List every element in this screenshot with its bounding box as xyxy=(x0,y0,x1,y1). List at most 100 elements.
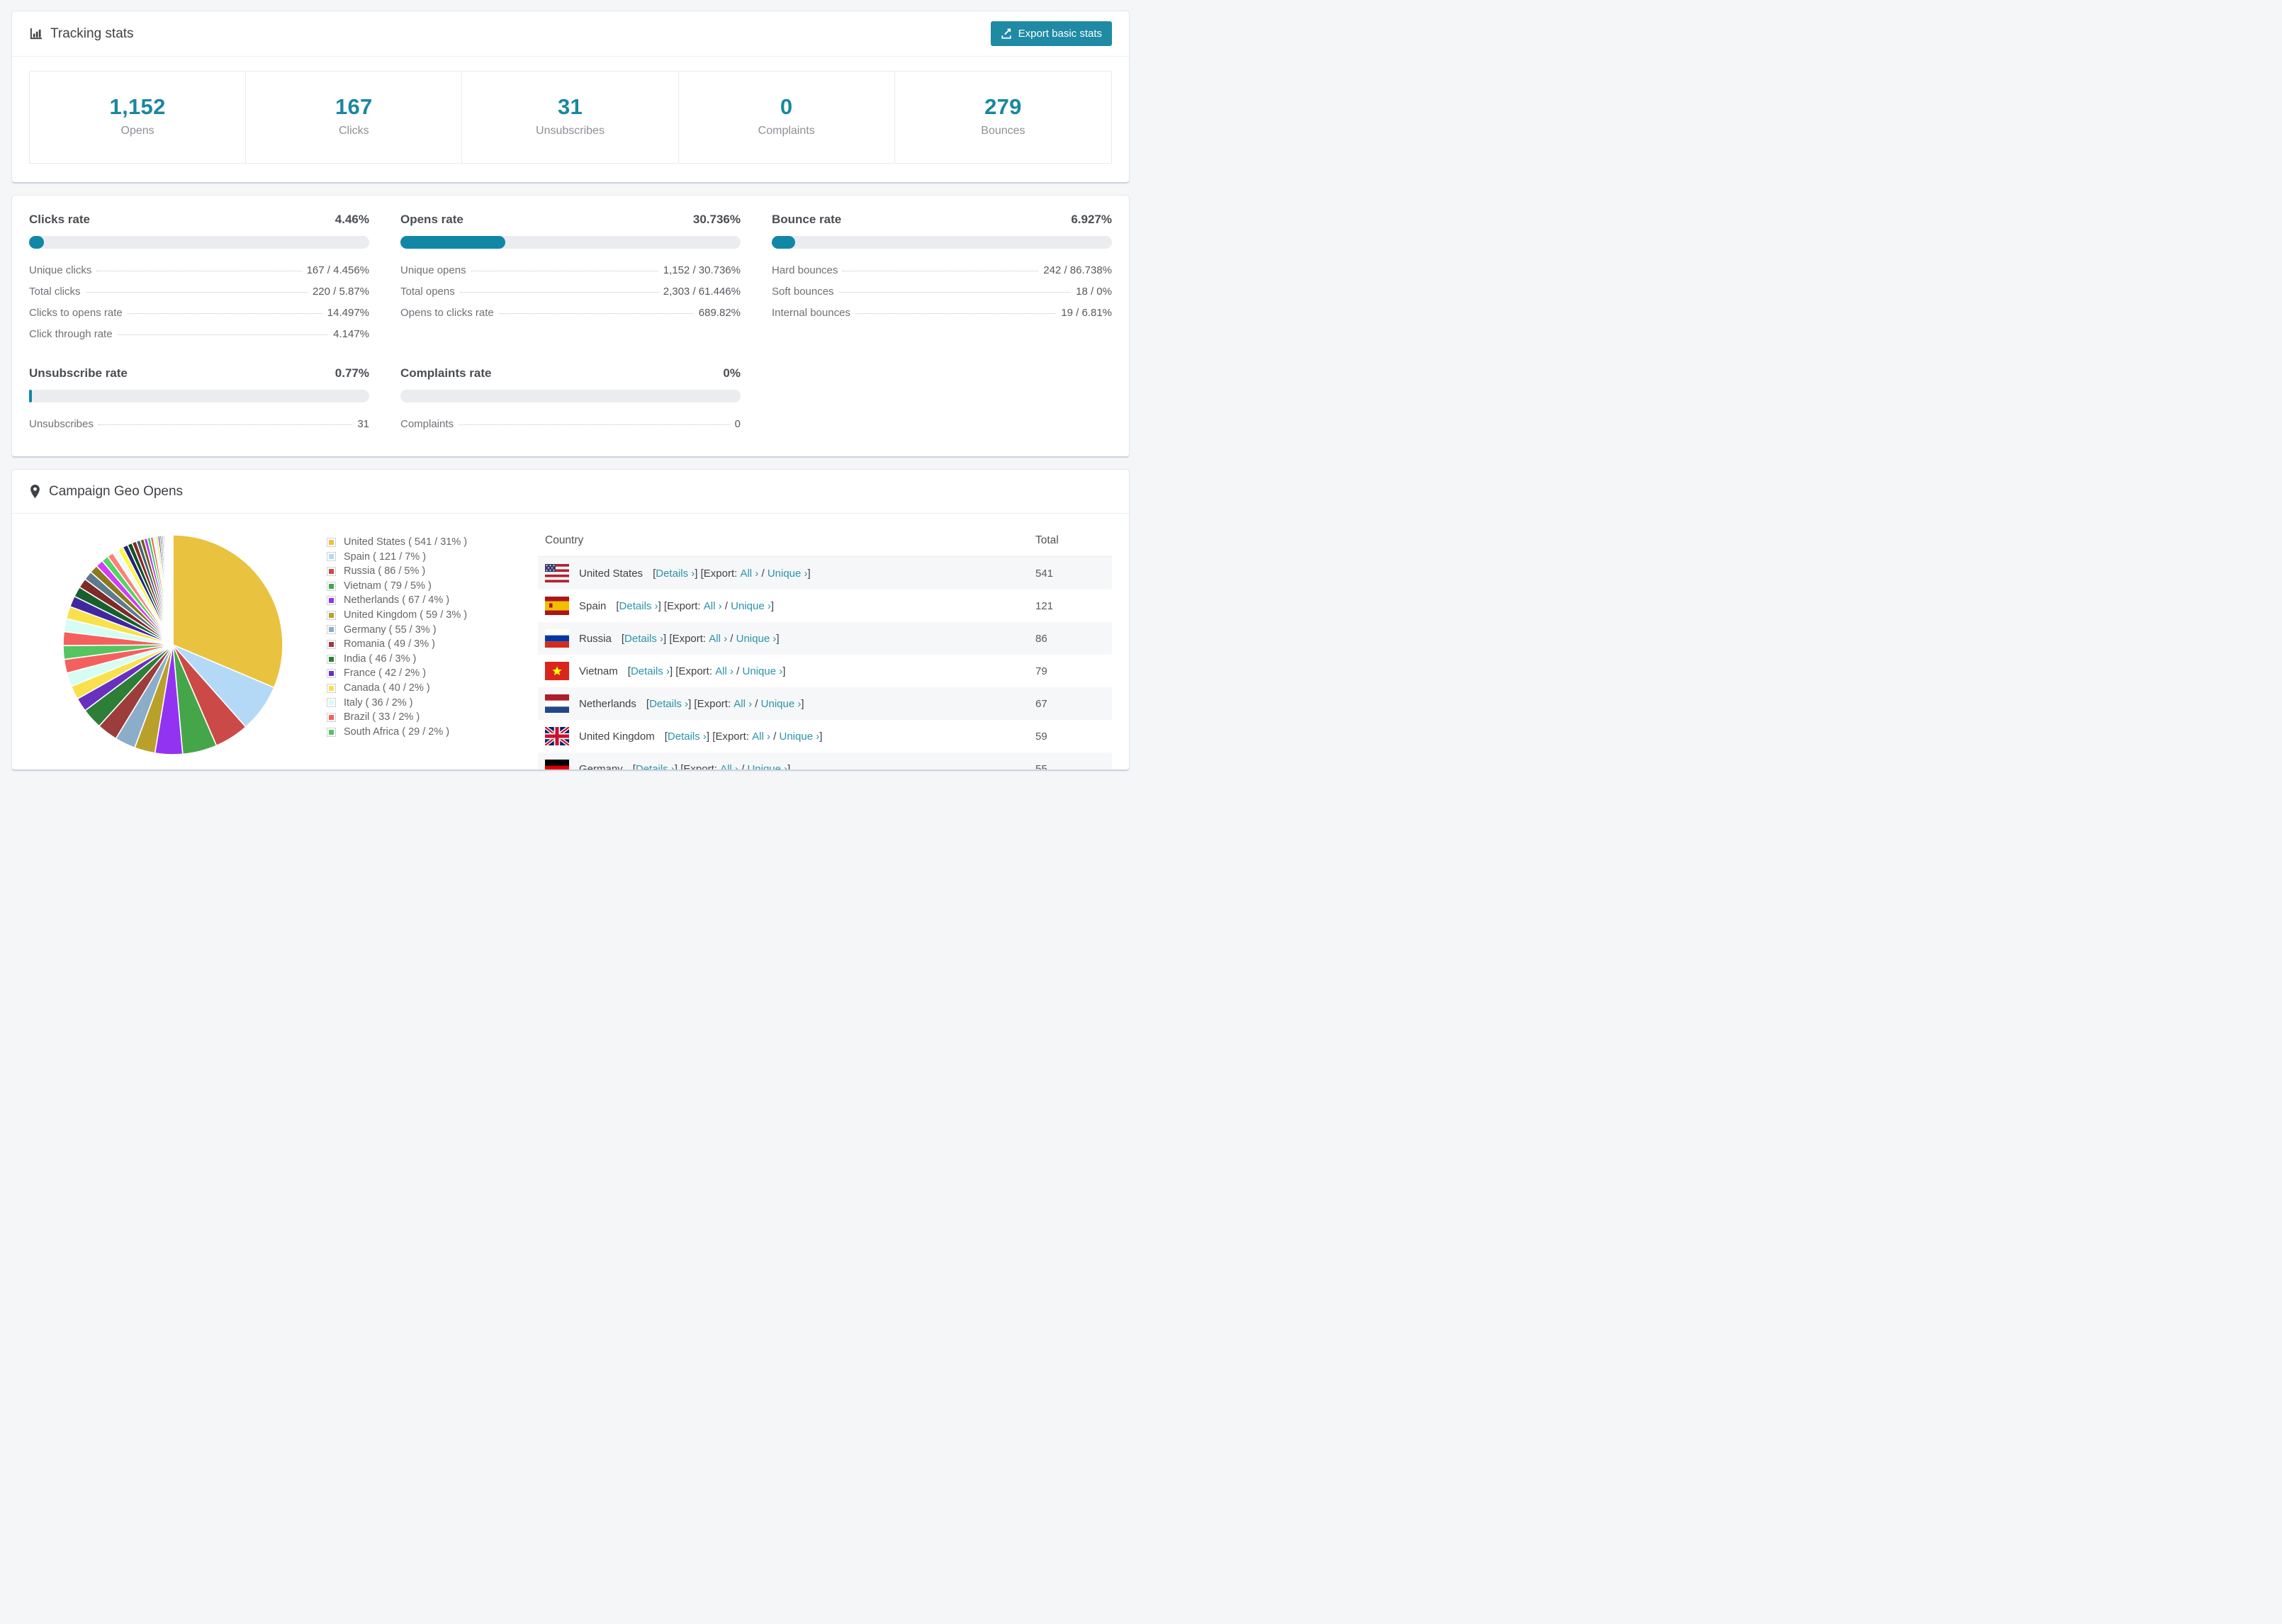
summary-stat-box: 0 Complaints xyxy=(679,72,895,163)
country-cell: Vietnam [Details ›] [Export: All › / Uni… xyxy=(545,662,1021,680)
dotted-leader xyxy=(117,334,329,335)
country-total: 541 xyxy=(1035,567,1054,580)
summary-stat-value: 279 xyxy=(984,94,1022,119)
export-unique-link[interactable]: Unique › xyxy=(768,568,808,580)
legend-label: Russia ( 86 / 5% ) xyxy=(344,565,426,577)
country-links: [Details ›] [Export: All › / Unique ›] xyxy=(616,599,775,612)
legend-item[interactable]: Vietnam ( 79 / 5% ) xyxy=(327,579,515,594)
export-all-link[interactable]: All › xyxy=(704,600,722,612)
country-cell: Spain [Details ›] [Export: All › / Uniqu… xyxy=(545,597,1021,615)
legend-item[interactable]: Spain ( 121 / 7% ) xyxy=(327,550,515,565)
legend-swatch xyxy=(327,698,336,708)
summary-row: 1,152 Opens 167 Clicks 31 Unsubscribes 0… xyxy=(29,71,1112,164)
rate-title: Opens rate xyxy=(400,213,463,226)
rate-detail-value: 14.497% xyxy=(327,307,369,319)
legend-swatch xyxy=(327,683,336,693)
map-marker-icon xyxy=(29,484,41,499)
export-all-link[interactable]: All › xyxy=(734,698,752,710)
rate-progress-bar xyxy=(400,236,741,249)
summary-stat-label: Complaints xyxy=(758,125,815,137)
dotted-leader xyxy=(498,313,694,314)
export-all-link[interactable]: All › xyxy=(740,568,758,580)
rate-value: 30.736% xyxy=(692,213,741,226)
country-links: [Details ›] [Export: All › / Unique ›] xyxy=(664,730,823,743)
rate-title: Bounce rate xyxy=(772,213,842,226)
legend-item[interactable]: United Kingdom ( 59 / 3% ) xyxy=(327,608,515,623)
rate-progress-fill xyxy=(400,236,505,249)
legend-item[interactable]: United States ( 541 / 31% ) xyxy=(327,535,515,550)
rate-detail-row: Hard bounces 242 / 86.738% xyxy=(772,260,1112,281)
country-links: [Details ›] [Export: All › / Unique ›] xyxy=(621,632,780,645)
rate-value: 6.927% xyxy=(1071,213,1112,226)
export-icon xyxy=(1001,28,1012,40)
details-link[interactable]: Details › xyxy=(619,600,658,612)
rate-detail-value: 0 xyxy=(734,418,741,430)
country-total: 67 xyxy=(1035,697,1047,710)
summary-stat-value: 31 xyxy=(557,94,583,119)
export-unique-link[interactable]: Unique › xyxy=(736,633,777,645)
rate-title: Unsubscribe rate xyxy=(29,366,128,380)
dotted-leader xyxy=(127,313,322,314)
flag-vn-icon xyxy=(545,662,569,680)
export-basic-stats-button[interactable]: Export basic stats xyxy=(990,21,1112,46)
summary-stat-value: 0 xyxy=(780,94,793,119)
legend-item[interactable]: Germany ( 55 / 3% ) xyxy=(327,623,515,638)
export-all-link[interactable]: All › xyxy=(709,633,727,645)
legend-item[interactable]: Canada ( 40 / 2% ) xyxy=(327,681,515,696)
details-link[interactable]: Details › xyxy=(649,698,688,710)
flag-es-icon xyxy=(545,597,569,615)
rate-progress-fill xyxy=(29,236,45,249)
export-all-link[interactable]: All › xyxy=(752,731,770,743)
geo-title-text: Campaign Geo Opens xyxy=(49,483,184,499)
legend-item[interactable]: Brazil ( 33 / 2% ) xyxy=(327,710,515,725)
export-unique-link[interactable]: Unique › xyxy=(761,698,802,710)
legend-label: Germany ( 55 / 3% ) xyxy=(344,624,437,636)
legend-item[interactable]: South Africa ( 29 / 2% ) xyxy=(327,725,515,740)
summary-stat-box: 279 Bounces xyxy=(895,72,1111,163)
rate-progress-fill xyxy=(29,390,32,402)
country-cell: Germany [Details ›] [Export: All › / Uni… xyxy=(545,760,1021,770)
summary-stat-value: 167 xyxy=(335,94,373,119)
details-link[interactable]: Details › xyxy=(668,731,707,743)
rate-detail-row: Total opens 2,303 / 61.446% xyxy=(400,281,741,303)
legend-item[interactable]: Romania ( 49 / 3% ) xyxy=(327,637,515,652)
rate-detail-value: 167 / 4.456% xyxy=(306,264,369,276)
rate-title: Complaints rate xyxy=(400,366,492,380)
dotted-leader xyxy=(98,424,353,425)
summary-stat-label: Opens xyxy=(120,125,154,137)
legend-item[interactable]: Russia ( 86 / 5% ) xyxy=(327,564,515,579)
details-link[interactable]: Details › xyxy=(636,763,675,770)
legend-item[interactable]: India ( 46 / 3% ) xyxy=(327,652,515,667)
rate-detail-value: 220 / 5.87% xyxy=(312,286,369,298)
export-all-link[interactable]: All › xyxy=(715,665,734,677)
summary-stat-value: 1,152 xyxy=(109,94,166,119)
details-link[interactable]: Details › xyxy=(656,568,695,580)
details-link[interactable]: Details › xyxy=(624,633,663,645)
table-row: Vietnam [Details ›] [Export: All › / Uni… xyxy=(538,655,1112,687)
geo-table-wrap: Country Total United States [Details ›] … xyxy=(538,524,1112,770)
details-link[interactable]: Details › xyxy=(631,665,670,677)
table-row: Spain [Details ›] [Export: All › / Uniqu… xyxy=(538,590,1112,622)
rate-detail-label: Clicks to opens rate xyxy=(29,307,123,319)
legend-swatch xyxy=(327,669,336,679)
legend-item[interactable]: Netherlands ( 67 / 4% ) xyxy=(327,593,515,608)
legend-label: France ( 42 / 2% ) xyxy=(344,667,427,680)
flag-us-icon xyxy=(545,564,569,582)
table-row: United Kingdom [Details ›] [Export: All … xyxy=(538,720,1112,752)
export-unique-link[interactable]: Unique › xyxy=(780,731,820,743)
legend-item[interactable]: Italy ( 36 / 2% ) xyxy=(327,696,515,711)
export-all-link[interactable]: All › xyxy=(720,763,738,770)
country-name: United Kingdom xyxy=(579,730,655,743)
country-total: 121 xyxy=(1035,599,1054,612)
country-total: 79 xyxy=(1035,665,1047,677)
country-name: Vietnam xyxy=(579,665,618,677)
legend-swatch xyxy=(327,566,336,576)
summary-stat-label: Bounces xyxy=(981,125,1025,137)
export-unique-link[interactable]: Unique › xyxy=(747,763,787,770)
export-unique-link[interactable]: Unique › xyxy=(731,600,771,612)
legend-swatch xyxy=(327,712,336,722)
table-row: Germany [Details ›] [Export: All › / Uni… xyxy=(538,752,1112,770)
export-unique-link[interactable]: Unique › xyxy=(743,665,783,677)
legend-item[interactable]: France ( 42 / 2% ) xyxy=(327,666,515,681)
flag-de-icon xyxy=(545,760,569,769)
